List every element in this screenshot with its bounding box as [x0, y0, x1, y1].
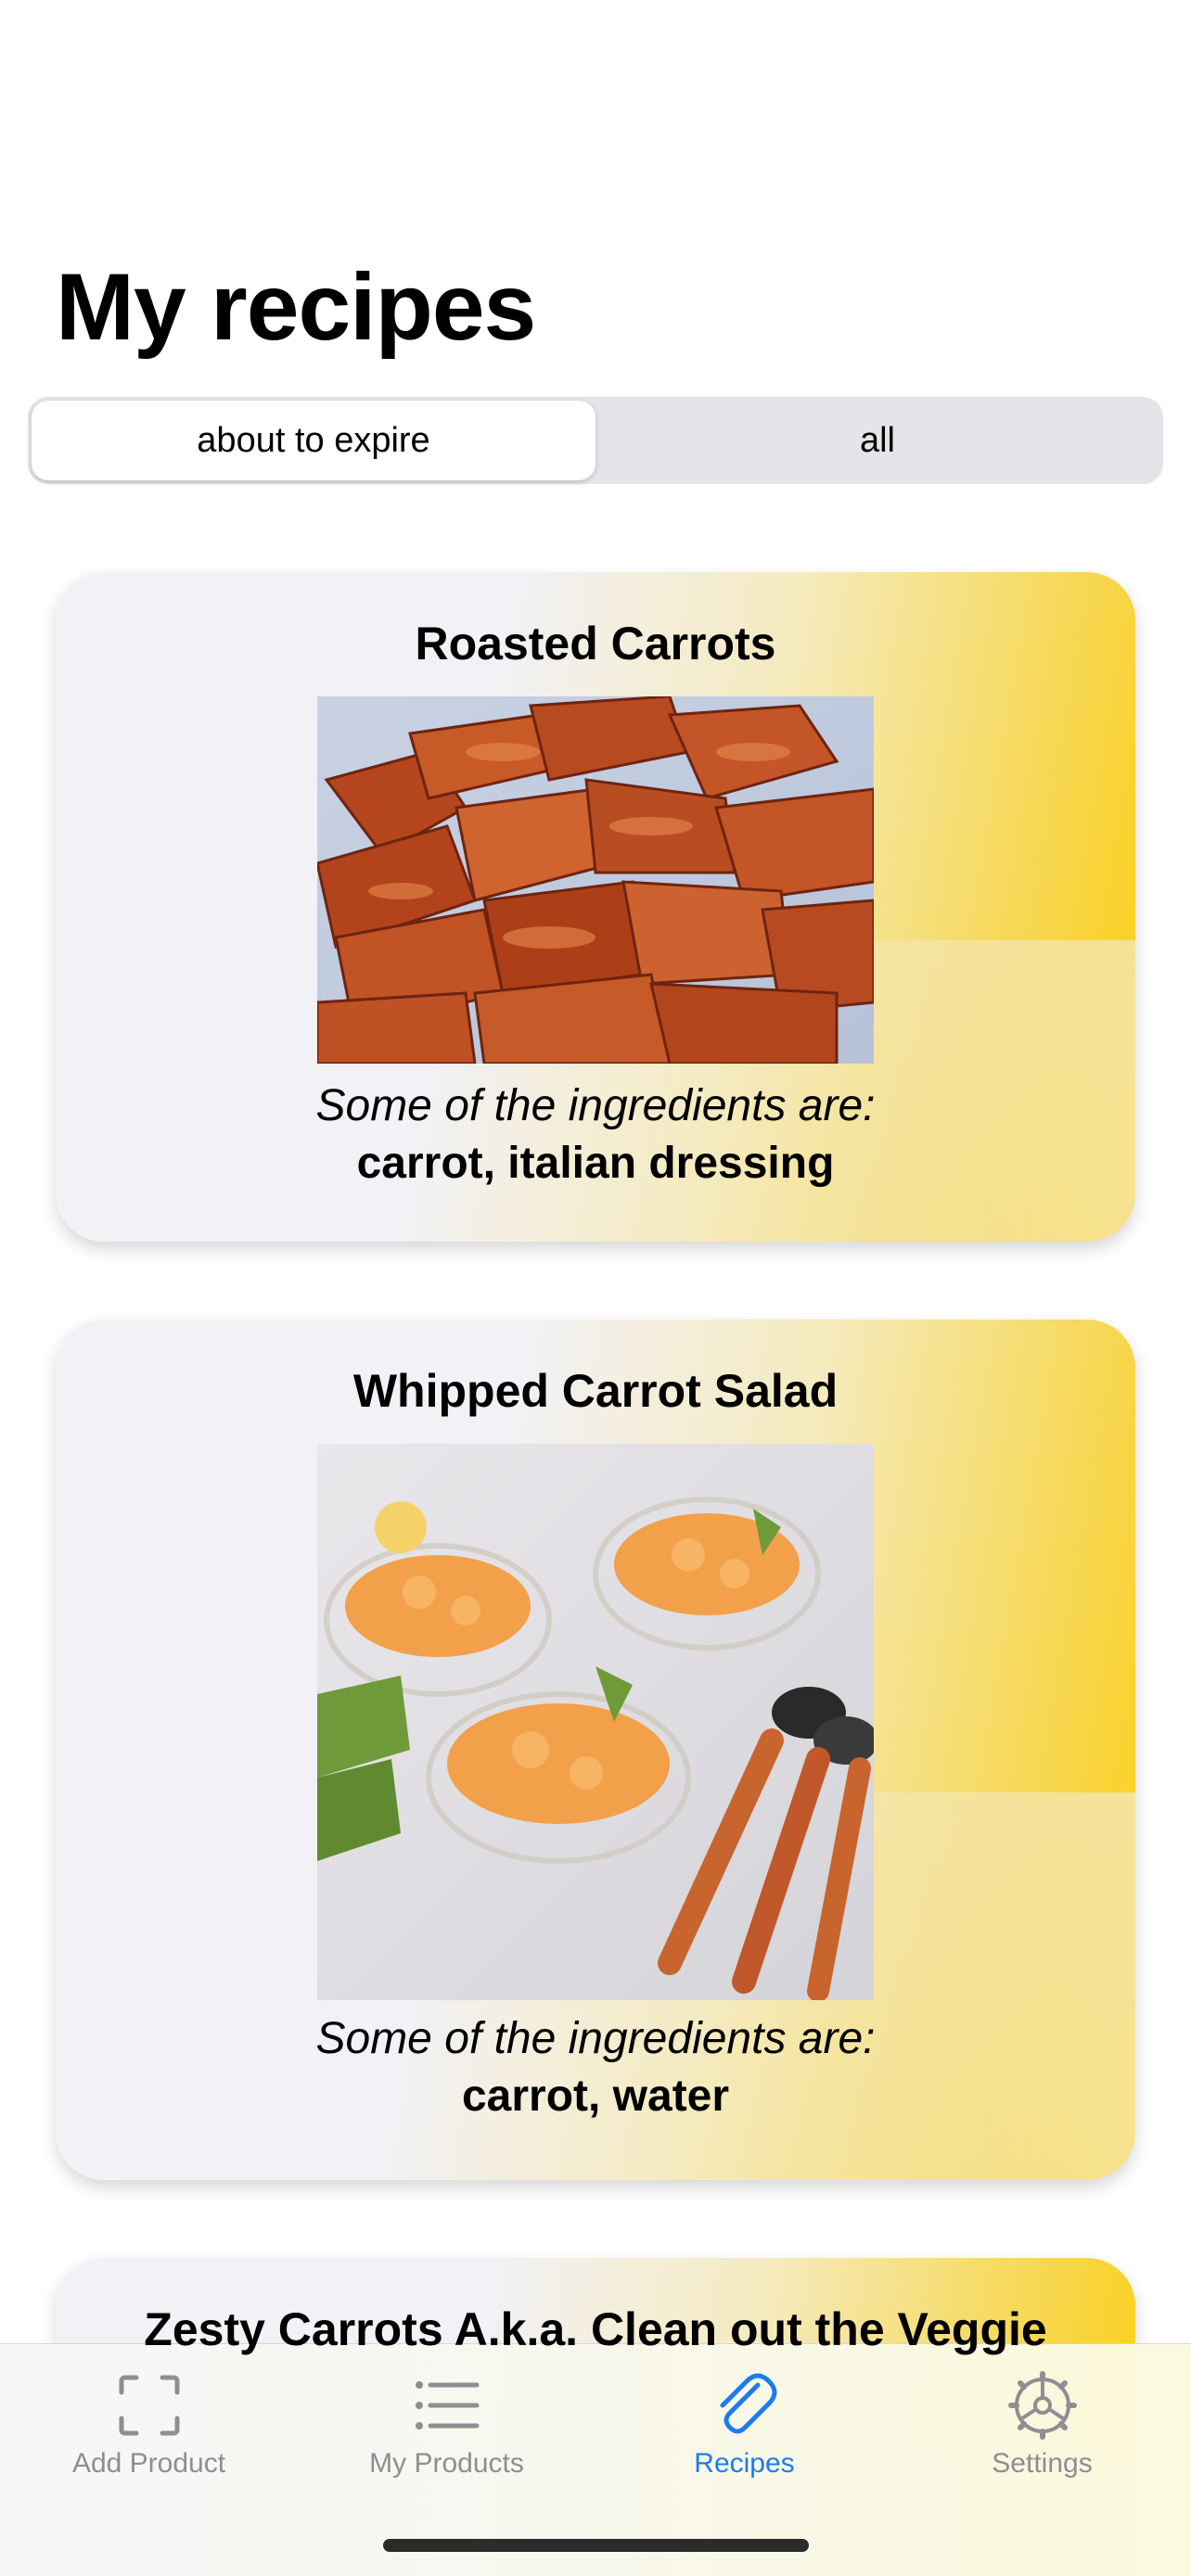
recipes-screen: My recipes about to expire all Roasted C… [0, 0, 1191, 2576]
recipe-title: Zesty Carrots A.k.a. Clean out the Veggi… [144, 2303, 1047, 2355]
whipped-carrot-salad-photo [317, 1444, 874, 2000]
tab-label: Add Product [71, 2448, 226, 2479]
tab-label: My Products [369, 2448, 524, 2479]
recipe-card-roasted-carrots[interactable]: Roasted Carrots Some of the ingredients … [56, 572, 1135, 1242]
paperclip-icon [720, 2373, 776, 2434]
ingredients-caption: Some of the ingredients are: [315, 2014, 876, 2063]
page-title: My recipes [56, 254, 536, 360]
ingredients-list: carrot, water [461, 2072, 730, 2121]
tab-label: Settings [992, 2448, 1093, 2479]
segment-about-to-expire[interactable]: about to expire [32, 401, 596, 480]
tab-add-product[interactable]: Add Product [0, 2344, 298, 2483]
recipe-card-whipped-carrot-salad[interactable]: Whipped Carrot Salad Some of the ingredi… [56, 1320, 1135, 2180]
home-indicator[interactable] [383, 2539, 809, 2552]
ingredients-list: carrot, italian dressing [356, 1139, 835, 1188]
recipe-photo [317, 696, 874, 1064]
expiry-filter-segmented-control[interactable]: about to expire all [28, 397, 1163, 484]
list-icon [415, 2381, 479, 2429]
scan-frame-icon [119, 2375, 179, 2436]
roasted-carrots-photo [317, 696, 874, 1064]
gear-icon [1007, 2371, 1077, 2440]
recipe-photo [317, 1444, 874, 2000]
recipe-title: Whipped Carrot Salad [352, 1365, 839, 1417]
tab-my-products[interactable]: My Products [298, 2344, 596, 2483]
tab-settings[interactable]: Settings [893, 2344, 1191, 2483]
recipe-title: Roasted Carrots [415, 618, 776, 670]
segment-all[interactable]: all [596, 401, 1159, 480]
ingredients-caption: Some of the ingredients are: [315, 1081, 876, 1130]
tab-label: Recipes [694, 2448, 795, 2479]
tab-recipes[interactable]: Recipes [596, 2344, 893, 2483]
